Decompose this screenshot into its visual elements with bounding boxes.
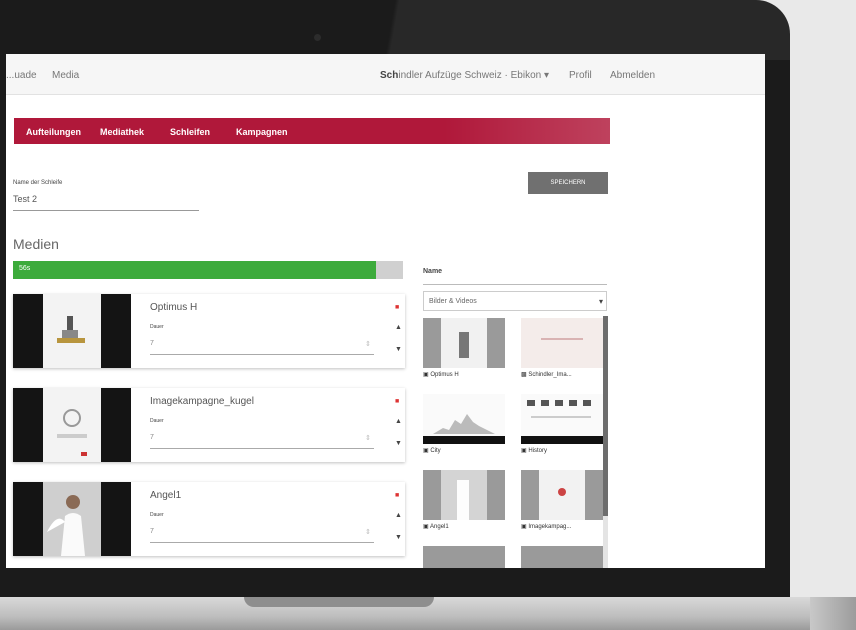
move-down-icon[interactable]: ▼ xyxy=(395,534,402,541)
library-item[interactable]: ▣ Optimus H xyxy=(423,318,505,378)
thumbnail-image xyxy=(43,482,101,556)
library-name-underline xyxy=(423,284,607,285)
tab-bar: Aufteilungen Mediathek Schleifen Kampagn… xyxy=(14,118,610,144)
library-item[interactable]: ▣ Imagekampag... xyxy=(521,470,603,530)
duration-underline xyxy=(150,354,374,355)
move-up-icon[interactable]: ▲ xyxy=(395,418,402,425)
laptop-notch xyxy=(244,597,434,607)
thumbnail-image xyxy=(43,388,101,462)
duration-input[interactable]: 7 xyxy=(150,528,154,535)
media-item[interactable]: Optimus H Dauer 7 ⇕ ■ ▲ ▼ xyxy=(13,294,405,368)
duration-underline xyxy=(150,448,374,449)
progress-text: 56s xyxy=(19,265,31,272)
media-thumbnail xyxy=(13,482,131,556)
move-up-icon[interactable]: ▲ xyxy=(395,324,402,331)
nav-item-media[interactable]: Media xyxy=(52,70,79,81)
top-navbar: ...uade Media Schindler Aufzüge Schweiz … xyxy=(6,54,765,95)
scrollbar-thumb[interactable] xyxy=(603,316,608,516)
nav-profile[interactable]: Profil xyxy=(569,70,592,81)
duration-label: Dauer xyxy=(150,418,164,424)
media-heading: Medien xyxy=(13,236,59,252)
library-thumbnail xyxy=(423,394,505,444)
media-type-select[interactable]: Bilder & Videos ▾ xyxy=(423,291,607,311)
move-up-icon[interactable]: ▲ xyxy=(395,512,402,519)
thumbnail-image xyxy=(43,294,101,368)
tab-mediathek[interactable]: Mediathek xyxy=(100,127,144,137)
duration-progress: 56s xyxy=(13,261,403,279)
stepper-icon[interactable]: ⇕ xyxy=(365,528,371,536)
save-button[interactable]: SPEICHERN xyxy=(528,172,608,194)
tab-schleifen[interactable]: Schleifen xyxy=(170,127,210,137)
library-name-label: Name xyxy=(423,268,443,275)
tab-kampagnen[interactable]: Kampagnen xyxy=(236,127,288,137)
library-caption: ▣ City xyxy=(423,448,441,454)
image-icon: ▣ xyxy=(521,448,527,454)
library-thumbnail xyxy=(521,470,603,520)
chevron-down-icon: ▾ xyxy=(598,297,603,306)
bezel-reflection xyxy=(360,0,790,60)
library-caption: ▣ Angel1 xyxy=(423,524,449,530)
library-item-partial[interactable] xyxy=(423,546,505,568)
media-item[interactable]: Angel1 Dauer 7 ⇕ ■ ▲ ▼ xyxy=(13,482,405,556)
move-down-icon[interactable]: ▼ xyxy=(395,346,402,353)
camera-icon xyxy=(314,34,321,41)
media-title: Angel1 xyxy=(150,490,182,501)
nav-item-partial[interactable]: ...uade xyxy=(6,70,37,81)
library-item[interactable]: ▩ Schindler_Ima... xyxy=(521,318,603,378)
library-caption: ▣ Imagekampag... xyxy=(521,524,572,530)
library-item[interactable]: ▣ History xyxy=(521,394,603,454)
account-rest: indler Aufzüge Schweiz · Ebikon ▾ xyxy=(398,70,549,81)
library-caption: ▩ Schindler_Ima... xyxy=(521,372,572,378)
library-caption: ▣ History xyxy=(521,448,548,454)
media-library-grid: ▣ Optimus H ▩ Schindler_Ima... ▣ City ▣ … xyxy=(423,316,607,568)
tab-aufteilungen[interactable]: Aufteilungen xyxy=(26,127,81,137)
library-item-partial[interactable] xyxy=(521,546,603,568)
laptop-hinge xyxy=(810,597,856,630)
video-icon: ▩ xyxy=(521,372,527,378)
image-icon: ▣ xyxy=(423,448,429,454)
stepper-icon[interactable]: ⇕ xyxy=(365,340,371,348)
duration-input[interactable]: 7 xyxy=(150,340,154,347)
library-caption: ▣ Optimus H xyxy=(423,372,459,378)
duration-input[interactable]: 7 xyxy=(150,434,154,441)
delete-icon[interactable]: ■ xyxy=(395,304,399,311)
duration-label: Dauer xyxy=(150,512,164,518)
image-icon: ▣ xyxy=(521,524,527,530)
tab-bar-shine xyxy=(444,118,610,144)
move-down-icon[interactable]: ▼ xyxy=(395,440,402,447)
account-bold: Sch xyxy=(380,70,399,81)
name-label: Name der Schleife xyxy=(13,180,63,186)
media-title: Imagekampagne_kugel xyxy=(150,396,254,407)
name-input-underline xyxy=(13,210,199,211)
library-thumbnail xyxy=(423,470,505,520)
media-thumbnail xyxy=(13,388,131,462)
media-item[interactable]: Imagekampagne_kugel Dauer 7 ⇕ ■ ▲ ▼ xyxy=(13,388,405,462)
account-menu[interactable]: Schindler Aufzüge Schweiz · Ebikon ▾ xyxy=(380,70,549,81)
library-item[interactable]: ▣ Angel1 xyxy=(423,470,505,530)
duration-label: Dauer xyxy=(150,324,164,330)
media-thumbnail xyxy=(13,294,131,368)
nav-logout[interactable]: Abmelden xyxy=(610,70,655,81)
name-input[interactable]: Test 2 xyxy=(13,194,37,204)
image-icon: ▣ xyxy=(423,372,429,378)
library-thumbnail xyxy=(423,318,505,368)
library-scrollbar[interactable] xyxy=(603,316,608,568)
library-item[interactable]: ▣ City xyxy=(423,394,505,454)
library-thumbnail xyxy=(521,394,603,444)
image-icon: ▣ xyxy=(423,524,429,530)
library-thumbnail xyxy=(521,318,603,368)
app-screen: ...uade Media Schindler Aufzüge Schweiz … xyxy=(6,54,765,568)
delete-icon[interactable]: ■ xyxy=(395,398,399,405)
progress-fill xyxy=(13,261,376,279)
stepper-icon[interactable]: ⇕ xyxy=(365,434,371,442)
delete-icon[interactable]: ■ xyxy=(395,492,399,499)
duration-underline xyxy=(150,542,374,543)
select-value: Bilder & Videos xyxy=(429,298,477,305)
media-title: Optimus H xyxy=(150,302,198,313)
